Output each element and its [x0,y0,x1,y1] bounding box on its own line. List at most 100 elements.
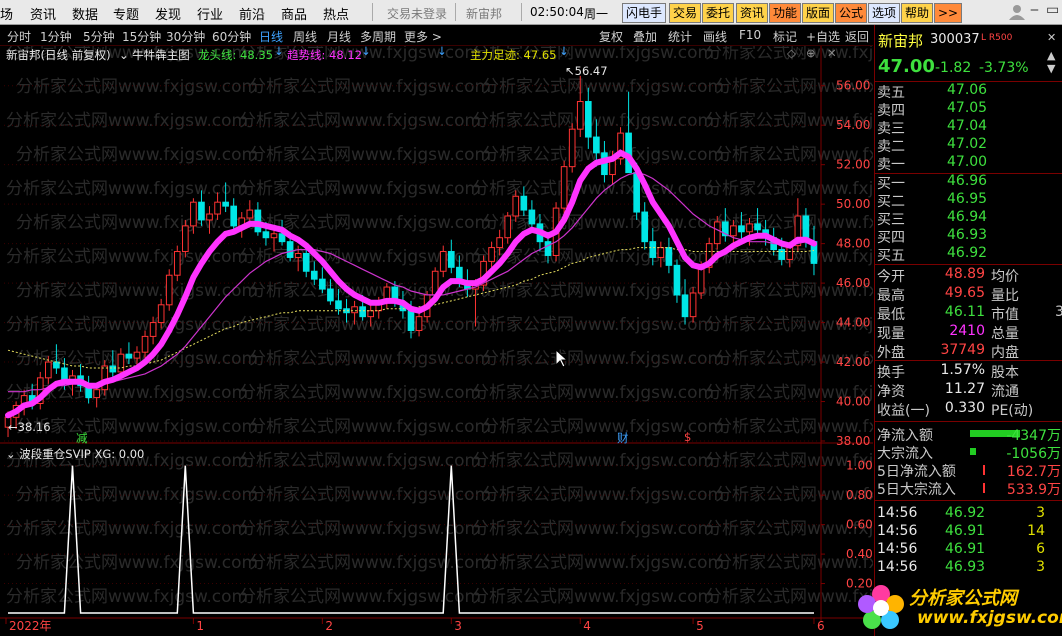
flower-logo-icon [858,585,904,629]
arrow-down-icon: ↓ [559,44,569,58]
flash-trade-button[interactable]: 闪电手 [622,3,667,23]
indicator-name[interactable]: ⌄ 牛牪犇主图 [119,47,190,63]
menu-item-industry[interactable]: 行业 [197,4,223,23]
candle-body [568,128,576,168]
watermark-text: 分析家公式网www.fxjgsw.com [705,179,873,199]
chevron-up-icon[interactable]: ▲ [1047,49,1055,62]
y-tick-label: 54.00 [836,118,870,132]
flow-bar [983,483,985,493]
period-15min[interactable]: 15分钟 [122,28,161,45]
menu-item-topics[interactable]: 专题 [113,4,139,23]
tool-stats[interactable]: 统计 [668,28,692,45]
weekday: 周一 [584,7,609,21]
candle-body [746,223,753,233]
menu-item-hot[interactable]: 热点 [323,4,349,23]
close-icon[interactable]: ✕ [827,46,837,60]
watermark-text: 分析家公式网www.fxjgsw.com [6,519,248,539]
stock-code: 300037 [930,32,980,47]
period-multi[interactable]: 多周期 [360,28,396,45]
low-marker-value: 38.16 [17,420,51,434]
period-5min[interactable]: 5分钟 [83,28,115,45]
stat-label: 外盘 [877,345,905,361]
menu-item-frontier[interactable]: 前沿 [239,4,265,23]
expand-icon[interactable]: ⊕ [806,46,816,60]
diamond-icon[interactable]: ◇ [787,46,796,60]
watermark-text: 分析家公式网www.fxjgsw.com [6,315,248,335]
period-1min[interactable]: 1分钟 [40,28,72,45]
candle-body [657,247,665,258]
watermark-text: 分析家公式网www.fxjgsw.com [16,77,258,97]
ask-label: 卖一 [877,157,905,173]
tool-add-favorite[interactable]: +自选 [806,28,840,45]
menu-item-news[interactable]: 资讯 [30,4,56,23]
ask-label: 卖四 [877,103,905,119]
period-30min[interactable]: 30分钟 [166,28,205,45]
menu-item-data[interactable]: 数据 [72,4,98,23]
layout-button[interactable]: 版面 [802,3,835,23]
watermark-text: 分析家公式网www.fxjgsw.com [239,383,481,403]
tick-volume: 3 [1036,505,1045,521]
tool-adjust[interactable]: 复权 [599,28,623,45]
formula-button[interactable]: 公式 [835,3,868,23]
tool-mark[interactable]: 标记 [773,28,797,45]
candle-body [649,241,657,258]
period-weekly[interactable]: 周线 [293,28,317,45]
menu-item-commodity[interactable]: 商品 [281,4,307,23]
signal-cai: 财 [617,431,629,445]
kline-chart[interactable]: 分析家公式网www.fxjgsw.com 分析家公式网www.fxjgsw.com… [0,46,873,636]
ask-label: 卖五 [877,85,905,101]
minimize-icon[interactable]: ‒ [1030,2,1039,18]
order-button[interactable]: 委托 [702,3,735,23]
menu-item-market[interactable]: 场 [0,4,13,23]
sub-indicator-title[interactable]: ⌄ 波段重仓SVIP XG: 0.00 [6,446,144,462]
candle-body [520,195,528,211]
tool-draw[interactable]: 画线 [703,28,727,45]
arrow-down-icon: ↓ [274,44,284,58]
tool-f10[interactable]: F10 [739,28,761,42]
y-tick-label: 40.00 [836,395,870,409]
period-more[interactable]: 更多 > [404,28,442,45]
period-daily[interactable]: 日线 [259,28,283,45]
candle-body [496,237,503,249]
options-button[interactable]: 选项 [868,3,901,23]
bid-price: 46.96 [947,173,988,189]
ask-price: 47.02 [947,136,988,152]
function-button[interactable]: 功能 [769,3,802,23]
tick-row: 14:56 46.91 6 [877,541,1061,559]
login-status[interactable]: 交易未登录 [387,5,447,22]
sub-y-tick-label: 0.40 [846,547,873,561]
info-button[interactable]: 资讯 [736,3,769,23]
candle-body [367,310,375,318]
menu-item-discover[interactable]: 发现 [155,4,181,23]
candle-body [93,389,101,399]
x-tick-label: 3 [454,619,462,633]
user-icon[interactable] [1008,4,1026,20]
stat-label: 换手 [877,365,905,381]
help-button[interactable]: 帮助 [901,3,934,23]
period-60min[interactable]: 60分钟 [212,28,251,45]
x-tick-label: 1 [196,619,204,633]
close-panel-icon[interactable]: ✕ [1047,31,1056,44]
watermark-text: 分析家公式网www.fxjgsw.com [16,213,258,233]
sub-y-tick-label: 0.60 [846,518,873,532]
watermark-text: 分析家公式网www.fxjgsw.com [482,77,724,97]
tool-back[interactable]: 返回 [845,28,869,45]
stat-value: 46.11 [944,304,985,320]
period-monthly[interactable]: 月线 [327,28,351,45]
flow-row: 5日大宗流入 533.9万 [877,479,1061,498]
candle-body [754,223,761,231]
stat-value: 49.65 [944,285,985,301]
watermark-text: 分析家公式网www.fxjgsw.com [6,587,248,607]
candle-body [270,233,278,239]
tool-overlay[interactable]: 叠加 [633,28,657,45]
candle-body [294,253,302,258]
more-button[interactable]: >> [934,3,963,23]
trade-button[interactable]: 交易 [669,3,702,23]
stat-row: 净资 11.27 流通 [877,381,1061,400]
period-timeshare[interactable]: 分时 [7,28,31,45]
stat-value: 1.57% [940,362,985,378]
bid-price: 46.95 [947,191,988,207]
window-icon[interactable]: ▭ [1046,2,1059,18]
chevron-down-icon[interactable]: ▼ [1047,62,1055,75]
date-axis: 2022年 1 2 3 4 5 6 [5,618,825,633]
